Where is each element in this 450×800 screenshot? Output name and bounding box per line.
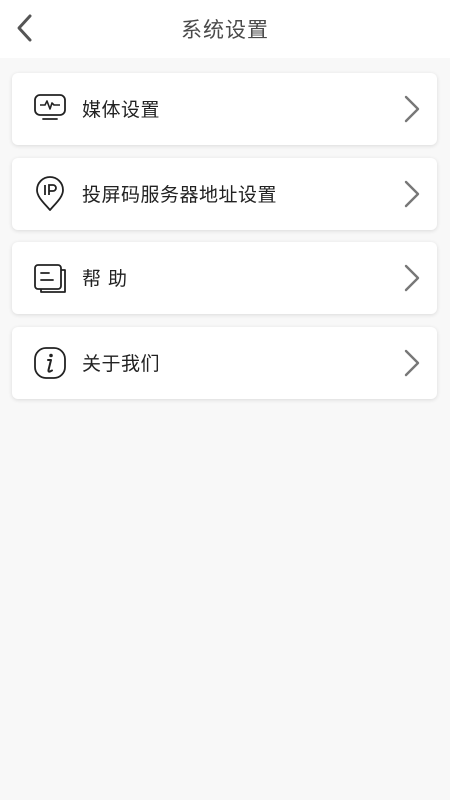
chevron-right-icon [403, 349, 421, 377]
menu-item-label: 关于我们 [82, 352, 161, 375]
menu-item-about-us[interactable]: 关于我们 [12, 326, 437, 399]
top-bar: 系统设置 [0, 0, 450, 58]
menu-item-label: 帮 助 [82, 268, 128, 290]
chevron-right-icon [403, 264, 421, 292]
page-title: 系统设置 [181, 18, 269, 42]
ip-location-pin-icon [32, 175, 68, 212]
chevron-right-icon [403, 95, 421, 123]
menu-item-server-address[interactable]: 投屏码服务器地址设置 [12, 157, 437, 230]
menu-item-help[interactable]: 帮 助 [12, 242, 437, 314]
chevron-right-icon [403, 180, 421, 208]
menu-item-media-settings[interactable]: 媒体设置 [12, 73, 437, 145]
settings-list: 媒体设置 投屏码服务器地址设置 帮 助 关于我们 [12, 73, 437, 411]
info-icon [32, 345, 68, 381]
media-monitor-icon [32, 91, 68, 127]
menu-item-label: 媒体设置 [82, 99, 161, 121]
help-document-icon [32, 260, 68, 296]
menu-item-label: 投屏码服务器地址设置 [82, 183, 278, 206]
